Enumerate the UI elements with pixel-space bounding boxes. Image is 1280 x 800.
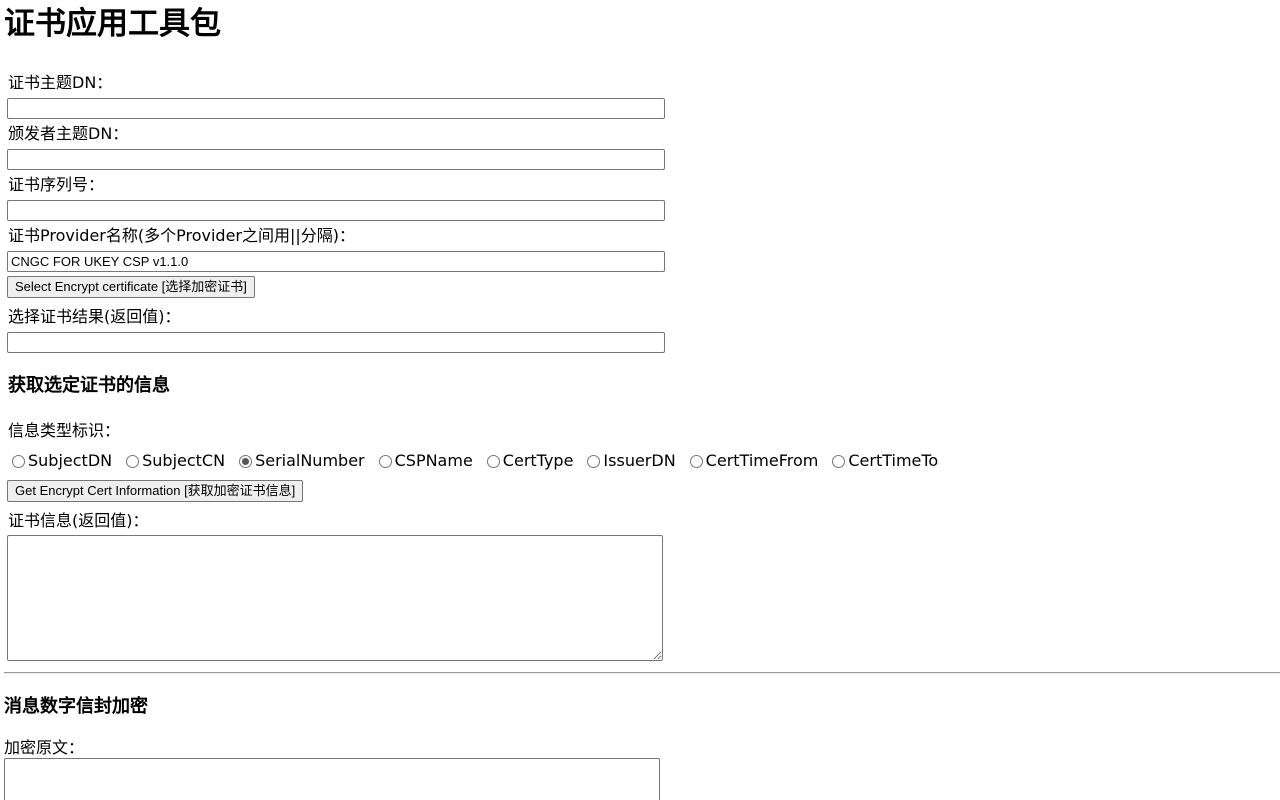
- info-type-option-subjectdn[interactable]: SubjectDN: [8, 451, 112, 471]
- plaintext-textarea[interactable]: [4, 758, 660, 800]
- select-result-input[interactable]: [7, 332, 665, 353]
- info-type-label: 信息类型标识：: [8, 421, 121, 440]
- plaintext-label: 加密原文：: [4, 738, 85, 757]
- info-type-option-subjectcn[interactable]: SubjectCN: [122, 451, 225, 471]
- info-type-radio[interactable]: [832, 454, 846, 468]
- subject-dn-label: 证书主题DN：: [8, 73, 113, 92]
- provider-label: 证书Provider名称(多个Provider之间用||分隔)：: [8, 226, 356, 245]
- info-type-option-certtype[interactable]: CertType: [483, 451, 574, 471]
- info-type-radio[interactable]: [239, 454, 253, 468]
- info-type-radio[interactable]: [12, 454, 25, 468]
- cert-info-result-textarea[interactable]: [7, 535, 663, 661]
- info-type-radio-group: SubjectDN SubjectCN SerialNumber CSPName Cer…: [8, 450, 948, 472]
- cert-info-heading: 获取选定证书的信息: [8, 375, 170, 396]
- info-type-radio-label: IssuerDN: [603, 451, 676, 470]
- page-title: 证书应用工具包: [4, 6, 221, 42]
- info-type-option-issuerdn[interactable]: IssuerDN: [583, 451, 676, 471]
- cert-info-result-label: 证书信息(返回值)：: [8, 511, 149, 530]
- section-divider: [4, 672, 1280, 674]
- info-type-radio-label: SerialNumber: [255, 451, 365, 470]
- get-encrypt-cert-info-button[interactable]: Get Encrypt Cert Information [获取加密证书信息]: [7, 480, 304, 502]
- serial-number-label: 证书序列号：: [8, 175, 105, 194]
- info-type-radio-label: CertTimeTo: [848, 451, 939, 470]
- serial-number-input[interactable]: [7, 200, 665, 221]
- info-type-radio-label: CSPName: [394, 451, 473, 470]
- info-type-option-serialnumber[interactable]: SerialNumber: [235, 451, 365, 471]
- envelope-heading: 消息数字信封加密: [4, 696, 148, 717]
- info-type-radio-label: SubjectDN: [28, 451, 113, 470]
- info-type-option-certtimefrom[interactable]: CertTimeFrom: [686, 451, 819, 471]
- issuer-dn-label: 颁发者主题DN：: [8, 124, 129, 143]
- issuer-dn-input[interactable]: [7, 149, 665, 170]
- info-type-radio-label: CertTimeFrom: [705, 451, 819, 470]
- info-type-radio[interactable]: [378, 454, 392, 468]
- info-type-radio[interactable]: [689, 454, 703, 468]
- info-type-radio-label: CertType: [502, 451, 574, 470]
- info-type-option-certtimeto[interactable]: CertTimeTo: [828, 451, 938, 471]
- info-type-radio[interactable]: [486, 454, 500, 468]
- subject-dn-input[interactable]: [7, 98, 665, 119]
- info-type-radio[interactable]: [126, 454, 140, 468]
- info-type-radio-label: SubjectCN: [142, 451, 226, 470]
- info-type-option-cspname[interactable]: CSPName: [375, 451, 473, 471]
- select-encrypt-cert-button[interactable]: Select Encrypt certificate [选择加密证书]: [7, 276, 255, 298]
- provider-input[interactable]: [7, 251, 665, 272]
- select-result-label: 选择证书结果(返回值)：: [8, 307, 181, 326]
- page: 证书应用工具包 证书主题DN： 颁发者主题DN： 证书序列号： 证书Provid…: [0, 0, 1280, 800]
- info-type-radio[interactable]: [587, 454, 601, 468]
